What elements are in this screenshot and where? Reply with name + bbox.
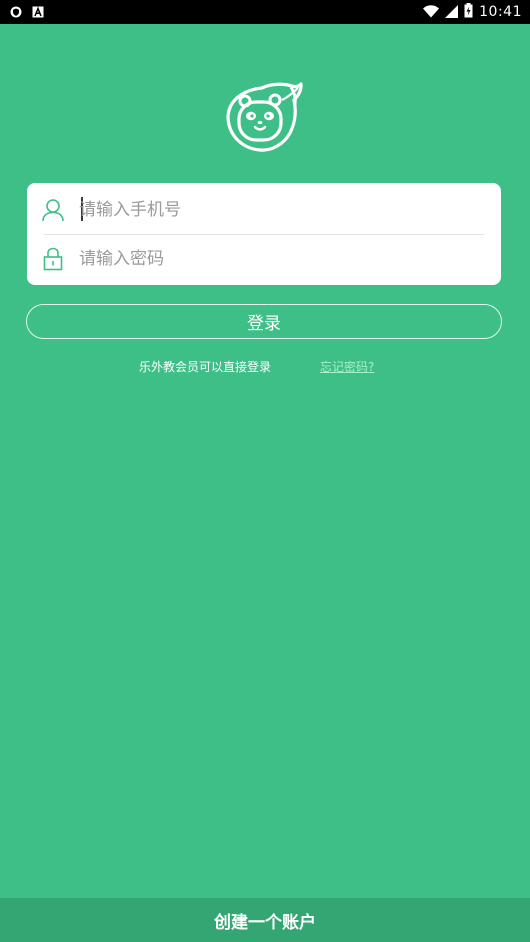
create-account-button[interactable]: 创建一个账户	[0, 898, 530, 942]
wifi-icon	[423, 3, 440, 22]
status-right-icons: 10:41	[423, 2, 522, 22]
a-letter-icon	[32, 3, 44, 22]
lock-icon	[42, 247, 64, 271]
battery-charging-icon	[464, 2, 473, 22]
password-field-row	[27, 234, 501, 283]
forgot-password-link[interactable]: 忘记密码?	[320, 359, 374, 375]
panda-face-logo-icon	[224, 82, 304, 154]
shield-icon	[10, 3, 22, 22]
user-icon	[42, 198, 64, 222]
login-button[interactable]: 登录	[26, 304, 502, 339]
signal-icon	[445, 3, 459, 22]
password-input[interactable]	[79, 243, 479, 274]
member-login-hint: 乐外教会员可以直接登录	[139, 360, 272, 374]
status-left-icons	[10, 3, 44, 22]
phone-input[interactable]	[79, 195, 479, 225]
login-card	[27, 183, 501, 285]
phone-field-row	[27, 185, 501, 235]
status-time: 10:41	[479, 4, 522, 20]
status-bar: 10:41	[0, 0, 530, 24]
